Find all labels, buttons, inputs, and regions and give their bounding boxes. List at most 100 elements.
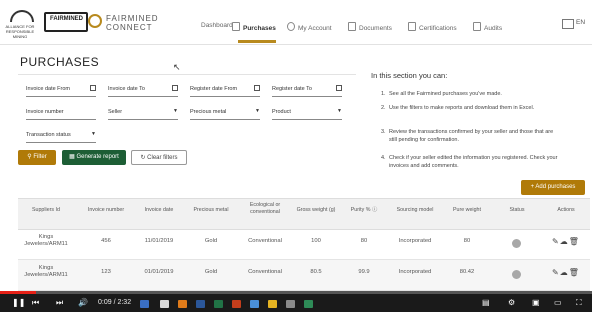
divider [18, 74, 356, 75]
metal-cell: Gold [204, 238, 218, 244]
mouse-cursor-icon: ↖ [173, 62, 181, 72]
nav-my-account[interactable]: My Account [287, 22, 332, 32]
previous-icon[interactable]: ⏮ [32, 298, 39, 308]
filter-button[interactable]: ⚲ Filter [18, 150, 56, 165]
taskbar-app-icon[interactable] [214, 300, 223, 308]
seller-select[interactable]: Seller ▼ [108, 105, 178, 120]
info-item: 4. Check if your seller edited the inform… [381, 155, 558, 169]
calendar-icon [90, 85, 96, 91]
taskbar-app-icon[interactable] [178, 300, 187, 308]
invoice-date-to-field[interactable]: Invoice date To [108, 82, 178, 97]
table-header: Suppliers Id Invoice number Invoice date… [18, 198, 590, 230]
column-header[interactable]: Status [498, 207, 536, 214]
clear-filters-button[interactable]: ↻ Clear filters [131, 150, 187, 165]
add-purchases-button[interactable]: + Add purchases [521, 180, 585, 195]
video-time: 0:09 / 2:32 [98, 299, 132, 306]
cloud-upload-icon[interactable]: ☁ [560, 268, 569, 277]
status-indicator [512, 270, 521, 279]
chevron-down-icon: ▼ [337, 108, 342, 114]
next-icon[interactable]: ⏭ [56, 298, 63, 308]
table-row[interactable]: Kings Jewelers/ARM11 123 01/01/2019 Gold… [18, 260, 590, 291]
column-header[interactable]: Gross weight (g) [294, 207, 338, 214]
calendar-icon [172, 85, 178, 91]
product-select[interactable]: Product ▼ [272, 105, 342, 120]
user-icon[interactable] [562, 19, 574, 29]
volume-icon[interactable]: 🔊 [78, 298, 88, 307]
column-header[interactable]: Pure weight [444, 207, 490, 214]
purity-cell: 99.9 [358, 269, 370, 275]
nav-audits[interactable]: Audits [473, 22, 502, 32]
sourcing-model-cell: Incorporated [398, 269, 432, 275]
column-header[interactable]: Invoice number [82, 207, 130, 214]
register-date-from-field[interactable]: Register date From [190, 82, 260, 97]
invoice-number-cell: 456 [101, 238, 111, 244]
taskbar-app-icon[interactable] [250, 300, 259, 308]
column-header: Actions [557, 207, 575, 213]
alliance-logo: ALLIANCE FOR RESPONSIBLE MINING [4, 10, 36, 39]
info-item: 3. Review the transactions confirmed by y… [381, 129, 554, 143]
language-selector[interactable]: EN [576, 19, 585, 26]
fairmined-connect-logo[interactable]: FAIRMINED CONNECT [88, 12, 158, 32]
column-header[interactable]: Purity % ⓘ [344, 207, 384, 214]
edit-icon[interactable]: ✎ [552, 268, 560, 277]
calendar-icon [336, 85, 342, 91]
generate-report-button[interactable]: ▦ Generate report [62, 150, 126, 165]
settings-gear-icon[interactable]: ⚙ [508, 298, 515, 307]
pure-weight-cell: 80 [463, 238, 471, 244]
gross-weight-cell: 80.5 [310, 269, 322, 275]
document-icon [232, 22, 240, 31]
taskbar-app-icon[interactable] [140, 300, 149, 308]
metal-cell: Gold [204, 269, 218, 275]
type-cell: Conventional [248, 238, 282, 244]
taskbar-app-icon[interactable] [232, 300, 241, 308]
taskbar-app-icon[interactable] [196, 300, 205, 308]
chevron-down-icon: ▼ [91, 131, 96, 137]
taskbar-app-icon[interactable] [286, 300, 295, 308]
gross-weight-cell: 100 [311, 238, 321, 244]
precious-metal-select[interactable]: Precious metal ▼ [190, 105, 260, 120]
supplier-cell: Kings Jewelers/ARM11 [24, 234, 68, 247]
column-header[interactable]: Precious metal [186, 207, 236, 214]
row-actions: ✎☁🗑 [552, 237, 580, 246]
pure-weight-cell: 80.42 [459, 269, 475, 275]
theater-mode-icon[interactable]: ▭ [554, 298, 562, 307]
sourcing-model-cell: Incorporated [398, 238, 432, 244]
nav-purchases[interactable]: Purchases [232, 22, 276, 32]
miniplayer-icon[interactable]: ▣ [532, 298, 540, 307]
trash-icon[interactable]: 🗑 [569, 268, 580, 277]
video-control-bar [0, 291, 592, 312]
column-header[interactable]: Sourcing model [390, 207, 440, 214]
column-header[interactable]: Invoice date [136, 207, 182, 214]
nav-certifications[interactable]: Certifications [408, 22, 457, 32]
video-progress-played [0, 291, 36, 294]
cloud-upload-icon[interactable]: ☁ [560, 237, 569, 246]
column-header[interactable]: Suppliers Id [22, 207, 70, 214]
taskbar-app-icon[interactable] [268, 300, 277, 308]
table-row[interactable]: Kings Jewelers/ARM11 456 11/01/2019 Gold… [18, 229, 590, 260]
trash-icon[interactable]: 🗑 [569, 237, 580, 246]
register-date-to-field[interactable]: Register date To [272, 82, 342, 97]
taskbar-app-icon[interactable] [304, 300, 313, 308]
info-icon: ⓘ [371, 207, 378, 213]
info-item: 2. Use the filters to make reports and do… [381, 105, 535, 111]
info-item: 1. See all the Fairmined purchases you've… [381, 91, 502, 97]
video-progress-bar[interactable] [0, 291, 592, 294]
invoice-date-from-field[interactable]: Invoice date From [26, 82, 96, 97]
nav-documents[interactable]: Documents [348, 22, 392, 32]
subtitles-icon[interactable]: ▤ [482, 298, 490, 307]
column-header[interactable]: Ecological or conventional [240, 202, 290, 216]
fairmined-icon [88, 14, 102, 28]
audit-icon [473, 22, 481, 31]
row-actions: ✎☁🗑 [552, 268, 580, 277]
nav-dashboard[interactable]: Dashboard [201, 22, 233, 29]
invoice-number-input[interactable]: Invoice number [26, 105, 96, 120]
edit-icon[interactable]: ✎ [552, 237, 560, 246]
taskbar-app-icon[interactable] [160, 300, 169, 308]
transaction-status-select[interactable]: Transaction status ▼ [26, 128, 96, 143]
active-tab-indicator [238, 40, 276, 43]
supplier-cell: Kings Jewelers/ARM11 [24, 265, 68, 278]
pause-icon[interactable]: ❚❚ [12, 298, 25, 307]
fullscreen-icon[interactable]: ⛶ [576, 298, 582, 308]
invoice-date-cell: 01/01/2019 [144, 269, 174, 275]
chevron-down-icon: ▼ [173, 108, 178, 114]
